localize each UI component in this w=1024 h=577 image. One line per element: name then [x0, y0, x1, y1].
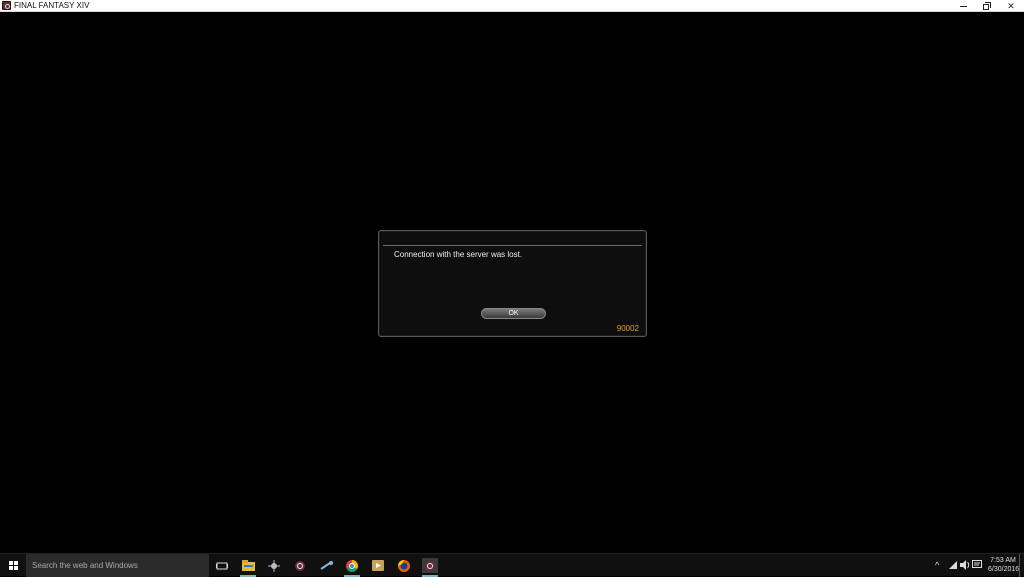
search-box[interactable]: Search the web and Windows [26, 554, 209, 577]
restore-icon [983, 3, 989, 10]
steam-button[interactable] [318, 558, 334, 573]
final-fantasy-running-button[interactable] [422, 558, 438, 577]
firefox-icon [398, 559, 410, 572]
ffxiv-app-icon [2, 1, 11, 10]
tray-chevron-icon[interactable]: ^ [935, 560, 939, 570]
minimize-icon [959, 6, 967, 8]
volume-icon[interactable] [960, 560, 970, 570]
firefox-button[interactable] [396, 558, 412, 573]
start-button[interactable] [0, 554, 26, 577]
close-icon: ✕ [1007, 1, 1015, 11]
taskbar: Search the web and Windows ^ 7:53 AM 6/3… [0, 553, 1024, 577]
chrome-button[interactable] [344, 558, 360, 577]
media-player-button[interactable] [370, 558, 386, 573]
show-desktop-button[interactable] [1019, 554, 1024, 577]
dialog-message: Connection with the server was lost. [394, 250, 523, 259]
window-title: FINAL FANTASY XIV [14, 1, 90, 10]
restore-button[interactable] [973, 0, 999, 12]
steam-icon [319, 560, 333, 570]
media-player-icon [372, 560, 384, 571]
final-fantasy-button[interactable] [292, 558, 308, 573]
ok-button[interactable]: OK [481, 308, 546, 319]
title-bar: FINAL FANTASY XIV ✕ [0, 0, 1024, 12]
file-explorer-button[interactable] [240, 558, 256, 577]
app-button[interactable] [266, 558, 282, 573]
file-explorer-icon [241, 560, 255, 571]
task-view-icon [216, 562, 228, 569]
task-view-button[interactable] [214, 558, 230, 573]
clock-time: 7:53 AM [990, 557, 1016, 564]
final-fantasy-icon [295, 560, 305, 571]
message-icon[interactable] [972, 560, 982, 570]
error-code: 90002 [616, 324, 639, 333]
app-icon [268, 559, 280, 572]
close-button[interactable]: ✕ [998, 0, 1024, 12]
network-icon[interactable] [948, 560, 958, 570]
clock-date: 6/30/2016 [988, 566, 1020, 573]
windows-logo-icon [9, 561, 13, 565]
final-fantasy-running-icon [425, 560, 435, 571]
chrome-icon [346, 559, 358, 572]
search-placeholder: Search the web and Windows [32, 561, 138, 570]
system-clock[interactable]: 7:53 AM 6/30/2016 [988, 556, 1020, 574]
error-dialog: Connection with the server was lost. OK … [378, 230, 647, 337]
dialog-divider [383, 245, 642, 246]
